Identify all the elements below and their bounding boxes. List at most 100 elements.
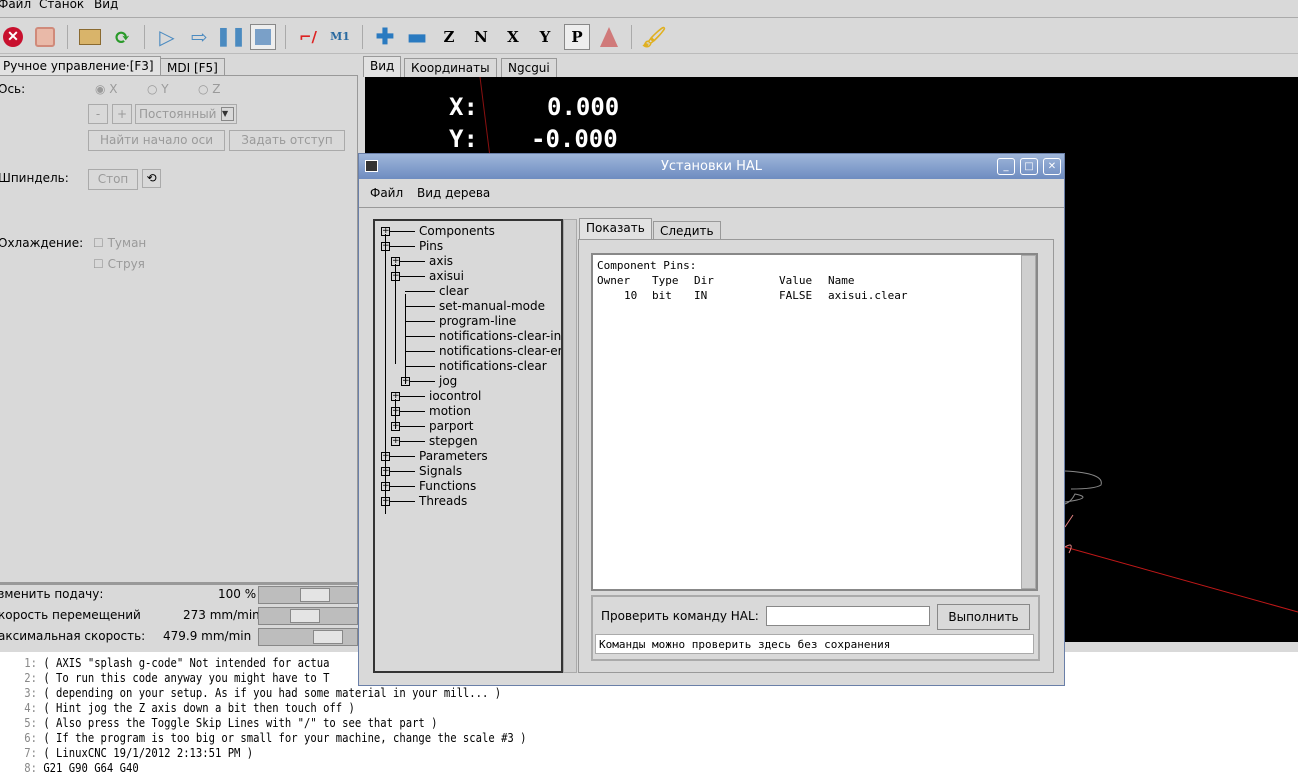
line-text: ( depending on your setup. As if you had… (43, 686, 502, 700)
menu-view[interactable]: Вид (94, 0, 118, 10)
pause-icon[interactable]: ❚❚ (216, 24, 246, 50)
rapid-speed-value: 273 mm/min (183, 608, 260, 622)
power-icon[interactable] (32, 24, 58, 50)
reload-icon[interactable]: ⟳ (109, 24, 135, 50)
open-folder-icon[interactable] (77, 24, 103, 50)
tree-item[interactable]: motion (429, 404, 471, 418)
tab-view[interactable]: Вид (363, 56, 402, 77)
maximize-icon[interactable]: □ (1020, 158, 1038, 175)
close-icon[interactable]: ✕ (1043, 158, 1061, 175)
gcode-line[interactable]: 5: ( Also press the Toggle Skip Lines wi… (0, 716, 437, 730)
tree-item[interactable]: axis (429, 254, 453, 268)
tab-ngcgui[interactable]: Ngcgui (501, 58, 557, 77)
slider-thumb[interactable] (299, 588, 330, 602)
tree-item[interactable]: clear (439, 284, 469, 298)
window-menu-icon[interactable] (365, 160, 378, 172)
execute-button[interactable]: Выполнить (937, 604, 1030, 630)
stop-icon[interactable] (250, 23, 276, 50)
jog-minus-button[interactable]: - (88, 104, 108, 124)
tree-connector (405, 291, 435, 292)
gcode-line[interactable]: 1: ( AXIS "splash g-code" Not intended f… (0, 656, 329, 670)
slider-thumb[interactable] (289, 609, 320, 623)
tab-coordinates[interactable]: Координаты (404, 58, 497, 77)
tree-item[interactable]: program-line (439, 314, 516, 328)
step-icon[interactable]: ⇨ (186, 24, 212, 50)
menu-file[interactable]: Файл (370, 186, 403, 200)
spindle-stop-button[interactable]: Стоп (88, 169, 138, 190)
home-axis-button[interactable]: Найти начало оси (88, 130, 225, 151)
tree-item[interactable]: Signals (419, 464, 462, 478)
view-z-icon[interactable]: Z (436, 24, 462, 50)
axis-line (479, 77, 491, 158)
feed-override-slider[interactable] (258, 586, 358, 604)
slider-thumb[interactable] (313, 630, 344, 644)
tree-connector (405, 351, 435, 352)
tree-item[interactable]: axisui (429, 269, 464, 283)
minimize-icon[interactable]: _ (997, 158, 1015, 175)
spindle-direction-icon[interactable]: ⟲ (142, 169, 161, 188)
zoom-in-icon[interactable]: ✚ (372, 24, 398, 50)
axis-radio-y[interactable]: ○ Y (147, 82, 169, 96)
tree-item[interactable]: Parameters (419, 449, 488, 463)
menu-tree-view[interactable]: Вид дерева (417, 186, 490, 200)
view-y-icon[interactable]: Y (532, 24, 558, 50)
output-scrollbar[interactable] (1021, 255, 1036, 589)
tab-manual[interactable]: Ручное управление·[F3] (0, 56, 161, 76)
skip-lines-icon[interactable]: ⌐/ (295, 24, 321, 50)
gcode-line[interactable]: 4: ( Hint jog the Z axis down a bit then… (0, 701, 355, 715)
cell-name: axisui.clear (828, 289, 908, 302)
line-text: ( If the program is too big or small for… (43, 731, 527, 745)
menu-file[interactable]: Файл (0, 0, 31, 10)
tree-item[interactable]: parport (429, 419, 474, 433)
view-x-icon[interactable]: X (500, 24, 526, 50)
optional-stop-icon[interactable]: M1 (327, 24, 353, 50)
tree-item[interactable]: Functions (419, 479, 476, 493)
expand-icon[interactable]: + (391, 437, 400, 446)
hal-tree[interactable]: Components+Pins−axis+axisui−clearset-man… (373, 219, 563, 673)
view-z-rot-icon[interactable]: N (468, 24, 494, 50)
jog-mode-select[interactable]: Постоянный ▼ (135, 104, 237, 124)
gcode-line[interactable]: 2: ( To run this code anyway you might h… (0, 671, 329, 685)
mist-checkbox[interactable]: ☐ Туман (93, 236, 146, 250)
rapid-speed-slider[interactable] (258, 607, 358, 625)
jog-plus-button[interactable]: + (112, 104, 132, 124)
output-text[interactable]: Component Pins: Owner Type Dir Value Nam… (591, 253, 1038, 591)
tree-item[interactable]: Pins (419, 239, 443, 253)
rotate-icon[interactable] (596, 24, 622, 50)
rapid-speed-label: корость перемещений (0, 608, 141, 622)
tab-show[interactable]: Показать (579, 218, 652, 239)
axis-radio-z[interactable]: ○ Z (198, 82, 221, 96)
feed-override-value: 100 % (218, 587, 257, 601)
max-velocity-slider[interactable] (258, 628, 358, 646)
estop-icon[interactable]: ✕ (0, 24, 26, 50)
tree-item[interactable]: notifications-clear (439, 359, 547, 373)
tree-item[interactable]: Threads (419, 494, 467, 508)
tree-item[interactable]: notifications-clear-er (439, 344, 561, 358)
gcode-line[interactable]: 3: ( depending on your setup. As if you … (0, 686, 501, 700)
zoom-out-icon[interactable]: ▬ (404, 24, 430, 50)
tree-item[interactable]: stepgen (429, 434, 478, 448)
gcode-line[interactable]: 7: ( LinuxCNC 19/1/2012 2:13:51 PM ) (0, 746, 253, 760)
touch-off-button[interactable]: Задать отступ (229, 130, 345, 151)
gcode-line[interactable]: 6: ( If the program is too big or small … (0, 731, 527, 745)
tree-item[interactable]: iocontrol (429, 389, 481, 403)
flood-checkbox[interactable]: ☐ Струя (93, 257, 145, 271)
line-number: 1: (24, 656, 37, 670)
line-number: 8: (24, 761, 37, 775)
menu-machine[interactable]: Станок (39, 0, 84, 10)
axis-radio-x[interactable]: ◉ X (95, 82, 118, 96)
title-bar[interactable]: Установки HAL _ □ ✕ (359, 154, 1064, 179)
command-input[interactable] (766, 606, 930, 626)
run-icon[interactable]: ▷ (154, 24, 180, 50)
view-p-icon[interactable]: P (564, 23, 590, 50)
tree-item[interactable]: jog (439, 374, 457, 388)
tree-scrollbar[interactable] (563, 219, 577, 673)
max-velocity-label: аксимальная скорость: (0, 629, 146, 643)
gcode-line[interactable]: 8: G21 G90 G64 G40 (0, 761, 138, 775)
tab-watch[interactable]: Следить (653, 221, 721, 240)
tree-item[interactable]: set-manual-mode (439, 299, 545, 313)
tree-item[interactable]: notifications-clear-in (439, 329, 561, 343)
clear-plot-icon[interactable]: 🖌 (641, 24, 667, 50)
tab-mdi[interactable]: MDI [F5] (160, 58, 225, 76)
tree-item[interactable]: Components (419, 224, 495, 238)
